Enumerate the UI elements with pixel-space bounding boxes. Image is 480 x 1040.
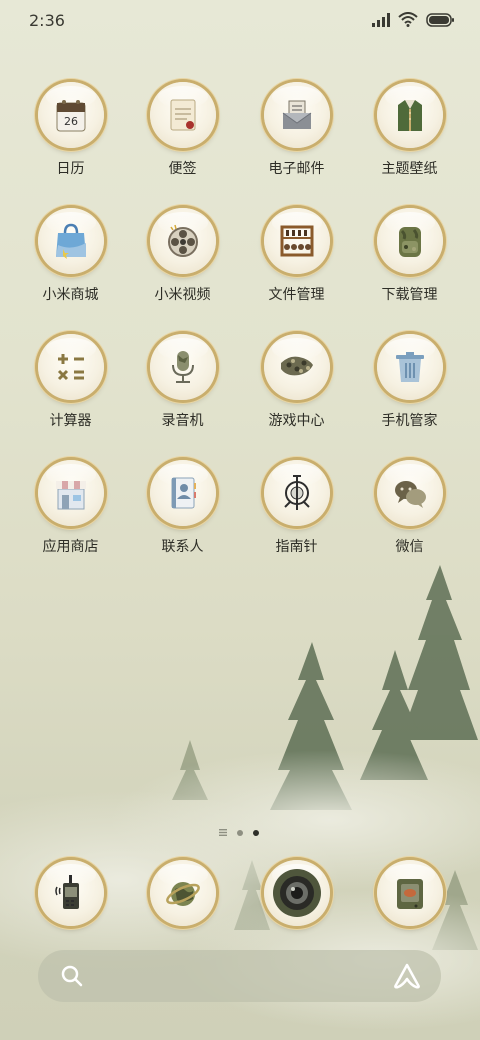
walkie-talkie-icon bbox=[37, 860, 104, 926]
dock-app-browser[interactable] bbox=[126, 860, 239, 926]
page-indicator[interactable] bbox=[219, 829, 259, 836]
signal-icon bbox=[372, 12, 390, 27]
dock-app-walkie-talkie[interactable] bbox=[14, 860, 127, 926]
app-label: 电子邮件 bbox=[268, 161, 325, 177]
app-calendar[interactable]: 26 日历 bbox=[14, 82, 127, 178]
app-wechat[interactable]: 微信 bbox=[353, 460, 466, 556]
page-dot-active[interactable] bbox=[253, 829, 259, 836]
camera-lens-icon bbox=[263, 860, 330, 926]
app-mi-video[interactable]: 小米视频 bbox=[126, 208, 239, 304]
app-email[interactable]: 电子邮件 bbox=[240, 82, 353, 178]
search-bar[interactable] bbox=[38, 950, 441, 1002]
app-notes[interactable]: 便签 bbox=[126, 82, 239, 178]
app-mi-store[interactable]: 小米商城 bbox=[14, 208, 127, 304]
dock-app-gallery[interactable] bbox=[353, 860, 466, 926]
app-label: 录音机 bbox=[161, 413, 204, 429]
email-icon bbox=[263, 82, 330, 148]
microphone-icon bbox=[149, 334, 216, 400]
app-file-manager[interactable]: 文件管理 bbox=[240, 208, 353, 304]
app-calculator[interactable]: 计算器 bbox=[14, 334, 127, 430]
chat-bubbles-icon bbox=[376, 460, 443, 526]
trash-bin-icon bbox=[376, 334, 443, 400]
contacts-book-icon bbox=[149, 460, 216, 526]
abacus-icon bbox=[263, 208, 330, 274]
search-icon[interactable] bbox=[60, 964, 84, 988]
app-label: 下载管理 bbox=[381, 287, 438, 303]
film-reel-icon bbox=[149, 208, 216, 274]
status-bar: 2:36 bbox=[0, 0, 480, 40]
app-label: 小米视频 bbox=[154, 287, 211, 303]
app-label: 手机管家 bbox=[381, 413, 438, 429]
notes-icon bbox=[149, 82, 216, 148]
assistant-icon[interactable] bbox=[393, 963, 421, 989]
store-icon bbox=[37, 460, 104, 526]
browser-globe-icon bbox=[149, 860, 216, 926]
page-list-icon bbox=[219, 829, 227, 836]
app-label: 游戏中心 bbox=[268, 413, 325, 429]
calendar-date: 26 bbox=[64, 115, 78, 128]
app-contacts[interactable]: 联系人 bbox=[126, 460, 239, 556]
app-recorder[interactable]: 录音机 bbox=[126, 334, 239, 430]
app-label: 小米商城 bbox=[42, 287, 99, 303]
compass-emblem-icon bbox=[263, 460, 330, 526]
wifi-icon bbox=[398, 12, 418, 27]
app-app-store[interactable]: 应用商店 bbox=[14, 460, 127, 556]
dock-app-camera[interactable] bbox=[240, 860, 353, 926]
app-label: 联系人 bbox=[161, 539, 204, 555]
app-label: 应用商店 bbox=[42, 539, 99, 555]
app-label: 文件管理 bbox=[268, 287, 325, 303]
app-label: 指南针 bbox=[275, 539, 318, 555]
puzzle-icon bbox=[263, 334, 330, 400]
app-themes[interactable]: 主题壁纸 bbox=[353, 82, 466, 178]
app-game-center[interactable]: 游戏中心 bbox=[240, 334, 353, 430]
app-label: 计算器 bbox=[49, 413, 92, 429]
calendar-icon: 26 bbox=[37, 82, 104, 148]
app-compass[interactable]: 指南针 bbox=[240, 460, 353, 556]
themes-icon bbox=[376, 82, 443, 148]
gallery-radio-icon bbox=[376, 860, 443, 926]
status-time: 2:36 bbox=[29, 11, 65, 30]
app-label: 日历 bbox=[56, 161, 85, 177]
shopping-bag-icon bbox=[37, 208, 104, 274]
app-label: 主题壁纸 bbox=[381, 161, 438, 177]
calculator-icon bbox=[37, 334, 104, 400]
battery-icon bbox=[426, 12, 454, 27]
app-phone-manager[interactable]: 手机管家 bbox=[353, 334, 466, 430]
app-downloads[interactable]: 下载管理 bbox=[353, 208, 466, 304]
page-dot[interactable] bbox=[237, 829, 243, 836]
app-label: 微信 bbox=[395, 539, 424, 555]
status-icons bbox=[372, 12, 454, 27]
backpack-icon bbox=[376, 208, 443, 274]
app-label: 便签 bbox=[168, 161, 197, 177]
